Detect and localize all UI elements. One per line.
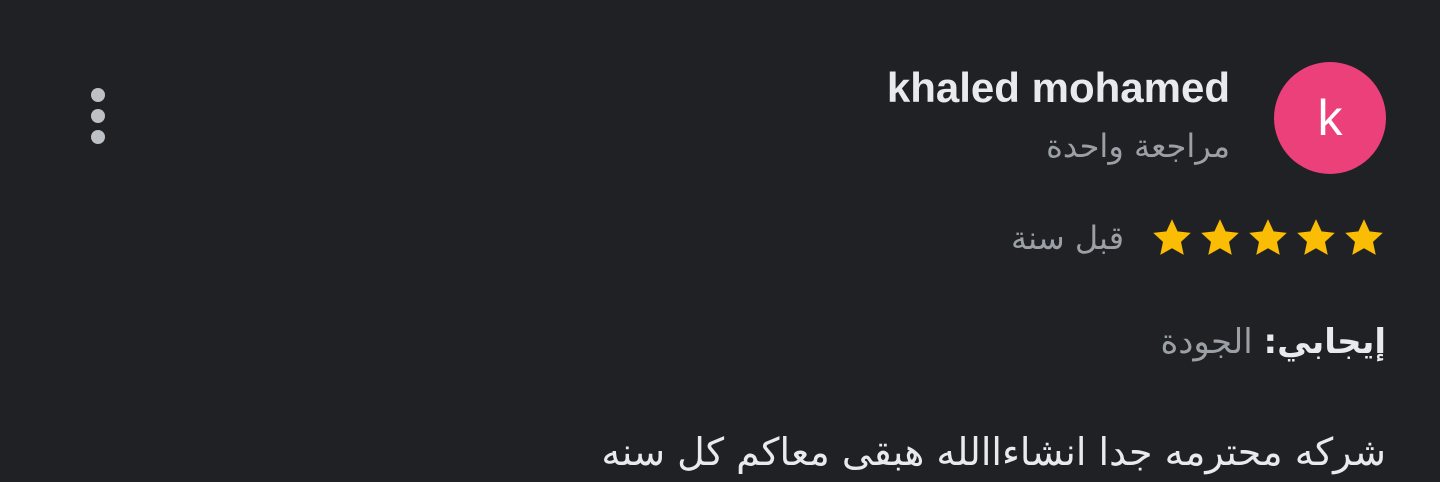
star-icon — [1249, 219, 1287, 255]
positive-label: إيجابي: — [1263, 322, 1386, 362]
star-icon — [1297, 219, 1335, 255]
rating-row: قبل سنة — [1011, 208, 1386, 268]
avatar-letter: k — [1317, 90, 1343, 146]
more-vert-icon-dot — [91, 130, 105, 144]
reviewer-avatar[interactable]: k — [1274, 62, 1386, 174]
positive-attribute: إيجابي: الجودة — [1160, 316, 1386, 368]
star-icon — [1153, 219, 1191, 255]
review-text: شركه محترمه جدا انشاءاالله هبقى معاكم كل… — [601, 430, 1386, 474]
more-options-button[interactable] — [76, 82, 120, 150]
review-date: قبل سنة — [1011, 219, 1124, 257]
star-icon — [1201, 219, 1239, 255]
reviewer-review-count: مراجعة واحدة — [1046, 127, 1230, 165]
reviewer-name[interactable]: khaled mohamed — [887, 62, 1230, 114]
star-icon — [1345, 219, 1383, 255]
positive-value: الجودة — [1160, 322, 1253, 362]
more-vert-icon-dot — [91, 109, 105, 123]
star-rating — [1150, 216, 1386, 260]
more-vert-icon — [91, 88, 105, 102]
